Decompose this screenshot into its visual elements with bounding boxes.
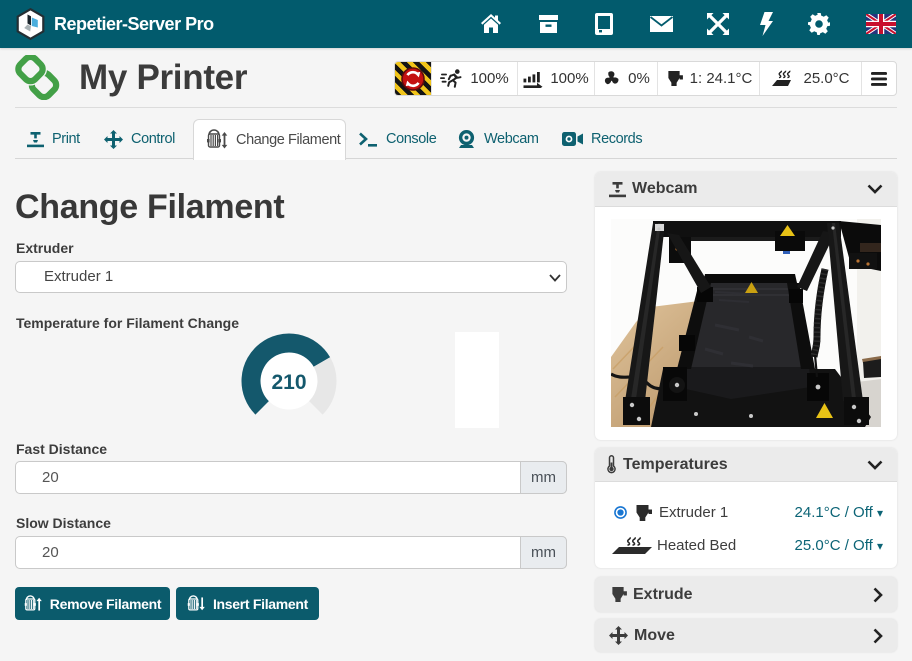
svg-text:210: 210: [271, 371, 306, 394]
